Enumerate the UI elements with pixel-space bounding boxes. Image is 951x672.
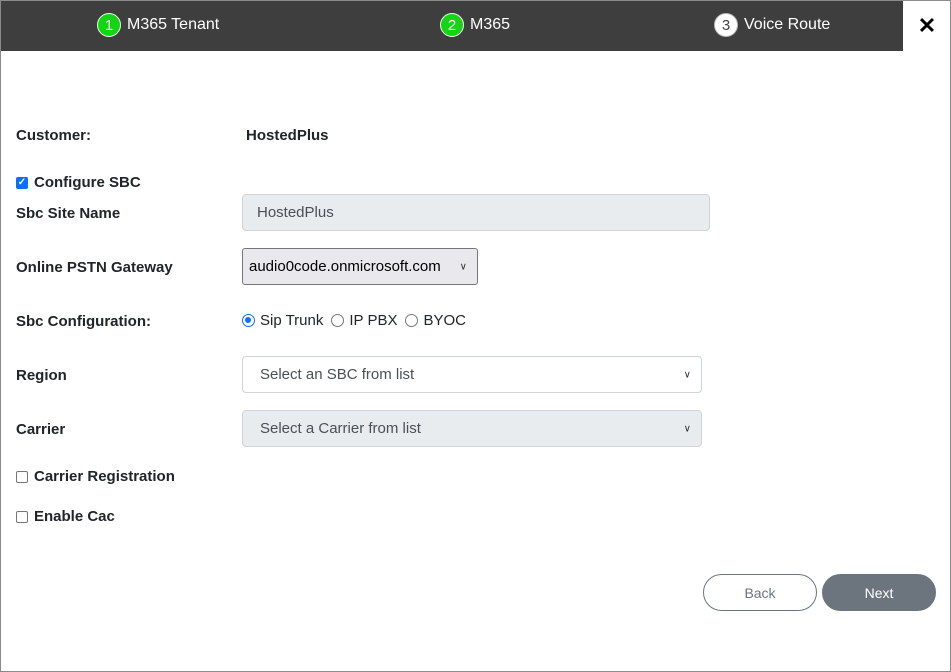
region-placeholder: Select an SBC from list bbox=[260, 366, 415, 383]
region-label: Region bbox=[16, 367, 67, 384]
checkbox-unchecked-icon[interactable] bbox=[16, 470, 28, 483]
customer-value: HostedPlus bbox=[246, 127, 329, 144]
sbc-site-name-label: Sbc Site Name bbox=[16, 205, 121, 222]
radio-unselected-icon[interactable] bbox=[331, 314, 345, 327]
sbc-config-label: Sbc Configuration: bbox=[16, 313, 151, 330]
radio-label: Sip Trunk bbox=[260, 312, 324, 329]
radio-ip-pbx[interactable]: IP PBX bbox=[331, 312, 397, 329]
radio-byoc[interactable]: BYOC bbox=[405, 312, 466, 329]
sbc-site-name-input[interactable]: HostedPlus bbox=[242, 194, 710, 231]
chevron-down-icon: ∨ bbox=[459, 261, 467, 272]
carrier-label: Carrier bbox=[16, 421, 66, 438]
step-number: 2 bbox=[440, 13, 464, 37]
radio-label: IP PBX bbox=[349, 312, 398, 329]
checkbox-checked-icon[interactable]: ✓ bbox=[16, 176, 28, 189]
close-button[interactable]: ✕ bbox=[904, 1, 950, 51]
step-voice-route[interactable]: 3 Voice Route bbox=[714, 13, 830, 37]
step-number: 3 bbox=[714, 13, 738, 37]
carrier-placeholder: Select a Carrier from list bbox=[260, 420, 421, 437]
back-button[interactable]: Back bbox=[703, 574, 817, 611]
region-select[interactable]: Select an SBC from list ∨ bbox=[242, 356, 702, 393]
pstn-gateway-select[interactable]: audio0code.onmicrosoft.com ∨ bbox=[242, 248, 478, 285]
carrier-registration-label: Carrier Registration bbox=[34, 468, 175, 485]
wizard-dialog bbox=[0, 0, 951, 672]
enable-cac-checkbox[interactable]: Enable Cac bbox=[16, 508, 115, 525]
sbc-site-name-value: HostedPlus bbox=[257, 204, 334, 221]
sbc-config-radio-group: Sip Trunk IP PBX BYOC bbox=[242, 312, 474, 329]
radio-unselected-icon[interactable] bbox=[405, 314, 419, 327]
configure-sbc-checkbox[interactable]: ✓ Configure SBC bbox=[16, 174, 141, 191]
radio-sip-trunk[interactable]: Sip Trunk bbox=[242, 312, 323, 329]
close-icon: ✕ bbox=[917, 13, 937, 38]
step-m365-tenant[interactable]: 1 M365 Tenant bbox=[97, 13, 219, 37]
pstn-gateway-label: Online PSTN Gateway bbox=[16, 259, 173, 276]
carrier-registration-checkbox[interactable]: Carrier Registration bbox=[16, 468, 175, 485]
checkbox-unchecked-icon[interactable] bbox=[16, 510, 28, 523]
customer-label: Customer: bbox=[16, 127, 92, 144]
radio-selected-icon[interactable] bbox=[242, 314, 255, 327]
chevron-down-icon: ∨ bbox=[683, 369, 691, 380]
step-m365[interactable]: 2 M365 bbox=[440, 13, 510, 37]
step-label: Voice Route bbox=[744, 16, 831, 33]
configure-sbc-label: Configure SBC bbox=[34, 174, 141, 191]
step-label: M365 Tenant bbox=[127, 16, 220, 33]
step-label: M365 bbox=[470, 16, 511, 33]
chevron-down-icon: ∨ bbox=[683, 423, 691, 434]
step-number: 1 bbox=[97, 13, 121, 37]
pstn-gateway-value: audio0code.onmicrosoft.com bbox=[249, 258, 441, 275]
radio-label: BYOC bbox=[423, 312, 466, 329]
next-button[interactable]: Next bbox=[822, 574, 936, 611]
enable-cac-label: Enable Cac bbox=[34, 508, 115, 525]
wizard-stepper: 1 M365 Tenant 2 M365 3 Voice Route bbox=[1, 1, 903, 51]
carrier-select[interactable]: Select a Carrier from list ∨ bbox=[242, 410, 702, 447]
